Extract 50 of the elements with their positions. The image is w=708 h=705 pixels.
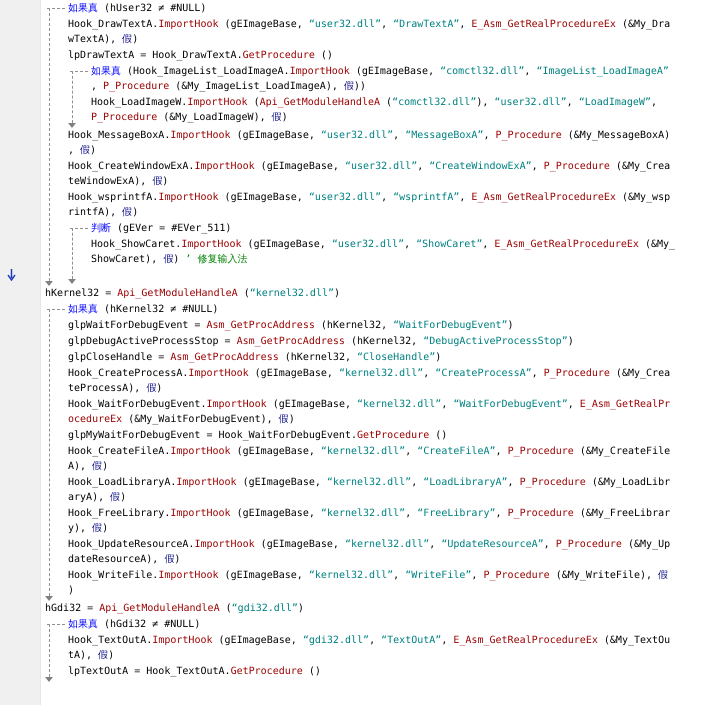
code-line: rintfA), 假) <box>68 206 140 220</box>
code-line: Hook_FreeLibrary.ImportHook (gEImageBase, “kernel32.dll”, “FreeLibrary”, P_Procedure (&My_FreeLibrar <box>68 507 672 521</box>
code-line: tA), 假) <box>68 649 116 663</box>
code-line: Hook_TextOutA.ImportHook (gEImageBase, “gdi32.dll”, “TextOutA”, E_Asm_GetRealProcedureEx (&My_TextOu <box>68 634 672 648</box>
code-line: wTextA), 假) <box>68 33 140 47</box>
connector-line <box>70 71 88 72</box>
code-line: P_Procedure (&My_LoadImageW), 假) <box>91 111 289 125</box>
code-line: 判断 (gEVer = #EVer_511) <box>91 222 232 236</box>
connector-line <box>47 8 65 9</box>
code-line: 如果真 (Hook_ImageList_LoadImageA.ImportHook (gEImageBase, “comctl32.dll”, “ImageList_LoadImageA” <box>91 64 670 79</box>
code-line: teWindowExA), 假) <box>68 175 170 189</box>
code-line: , 假) <box>68 144 98 158</box>
code-line: Hook_WaitForDebugEvent.ImportHook (gEImageBase, “kernel32.dll”, “WaitForDebugEvent”, E_Asm_GetRealPr <box>68 398 672 412</box>
code-line: A), 假) <box>68 460 110 474</box>
code-line: 如果真 (hGdi32 ≠ #NULL) <box>68 618 202 632</box>
code-line: hGdi32 = Api_GetModuleHandleA (“gdi32.dll”) <box>45 602 305 616</box>
flow-line <box>68 71 77 128</box>
code-line: ) <box>68 584 76 598</box>
code-line: , P_Procedure (&My_ImageList_LoadImageA), 假)) <box>91 80 367 94</box>
code-line: 如果真 (hKernel32 ≠ #NULL) <box>68 302 220 317</box>
code-line: y), 假) <box>68 522 110 536</box>
code-line: ShowCaret), 假) ’ 修复输入法 <box>91 252 248 267</box>
connector-line <box>70 228 88 229</box>
connector-line <box>47 624 65 625</box>
code-line: hKernel32 = Api_GetModuleHandleA (“kernel32.dll”) <box>45 287 342 301</box>
code-line: lpDrawTextA = Hook_DrawTextA.GetProcedure () <box>68 49 334 63</box>
flow-line <box>68 228 77 284</box>
code-line: glpWaitForDebugEvent = Asm_GetProcAddress (hKernel32, “WaitForDebugEvent”) <box>68 319 515 333</box>
code-line: Hook_LoadImageW.ImportHook (Api_GetModuleHandleA (“comctl32.dll”), “user32.dll”, “LoadImageW”, <box>91 96 658 110</box>
code-line: glpDebugActiveProcessStop = Asm_GetProcAddress (hKernel32, “DebugActiveProcessStop”) <box>68 335 575 349</box>
code-line: aryA), 假) <box>68 491 128 505</box>
code-line: Hook_wsprintfA.ImportHook (gEImageBase, “user32.dll”, “wsprintfA”, E_Asm_GetRealProcedureEx (&My_wsp <box>68 191 672 205</box>
code-line: Hook_DrawTextA.ImportHook (gEImageBase, “user32.dll”, “DrawTextA”, E_Asm_GetRealProcedureEx (&My_Dra <box>68 18 672 32</box>
code-line: teProcessA), 假) <box>68 382 164 396</box>
code-line: Hook_CreateProcessA.ImportHook (gEImageBase, “kernel32.dll”, “CreateProcessA”, P_Procedure (&My_Crea <box>68 367 672 381</box>
code-line: dateResourceA), 假) <box>68 553 182 567</box>
connector-line <box>47 309 65 310</box>
code-line: Hook_CreateFileA.ImportHook (gEImageBase, “kernel32.dll”, “CreateFileA”, P_Procedure (&My_CreateFile <box>68 445 672 459</box>
code-line: ocedureEx (&My_WaitForDebugEvent), 假) <box>68 413 296 427</box>
code-line: glpCloseHandle = Asm_GetProcAddress (hKernel32, “CloseHandle”) <box>68 351 442 365</box>
code-line: Hook_MessageBoxA.ImportHook (gEImageBase, “user32.dll”, “MessageBoxA”, P_Procedure (&My_MessageBoxA) <box>68 129 672 143</box>
code-line: 如果真 (hUser32 ≠ #NULL) <box>68 2 208 16</box>
code-line: Hook_WriteFile.ImportHook (gEImageBase, “kernel32.dll”, “WriteFile”, P_Procedure (&My_WriteFile), 假 <box>68 569 670 583</box>
code-line: Hook_ShowCaret.ImportHook (gEImageBase, “user32.dll”, “ShowCaret”, E_Asm_GetRealProcedureEx (&My_ <box>91 238 676 252</box>
flow-line <box>45 624 54 682</box>
code-line: glpMyWaitForDebugEvent = Hook_WaitForDebugEvent.GetProcedure () <box>68 429 448 443</box>
code-line: lpTextOutA = Hook_TextOutA.GetProcedure () <box>68 665 322 679</box>
code-line: Hook_LoadLibraryA.ImportHook (gEImageBase, “kernel32.dll”, “LoadLibraryA”, P_Procedure (&My_LoadLibr <box>68 476 672 490</box>
code-line: Hook_CreateWindowExA.ImportHook (gEImageBase, “user32.dll”, “CreateWindowExA”, P_Procedure (&My_Crea <box>68 160 672 174</box>
code-line: Hook_UpdateResourceA.ImportHook (gEImageBase, “kernel32.dll”, “UpdateResourceA”, P_Procedure (&My_Up <box>68 538 672 552</box>
